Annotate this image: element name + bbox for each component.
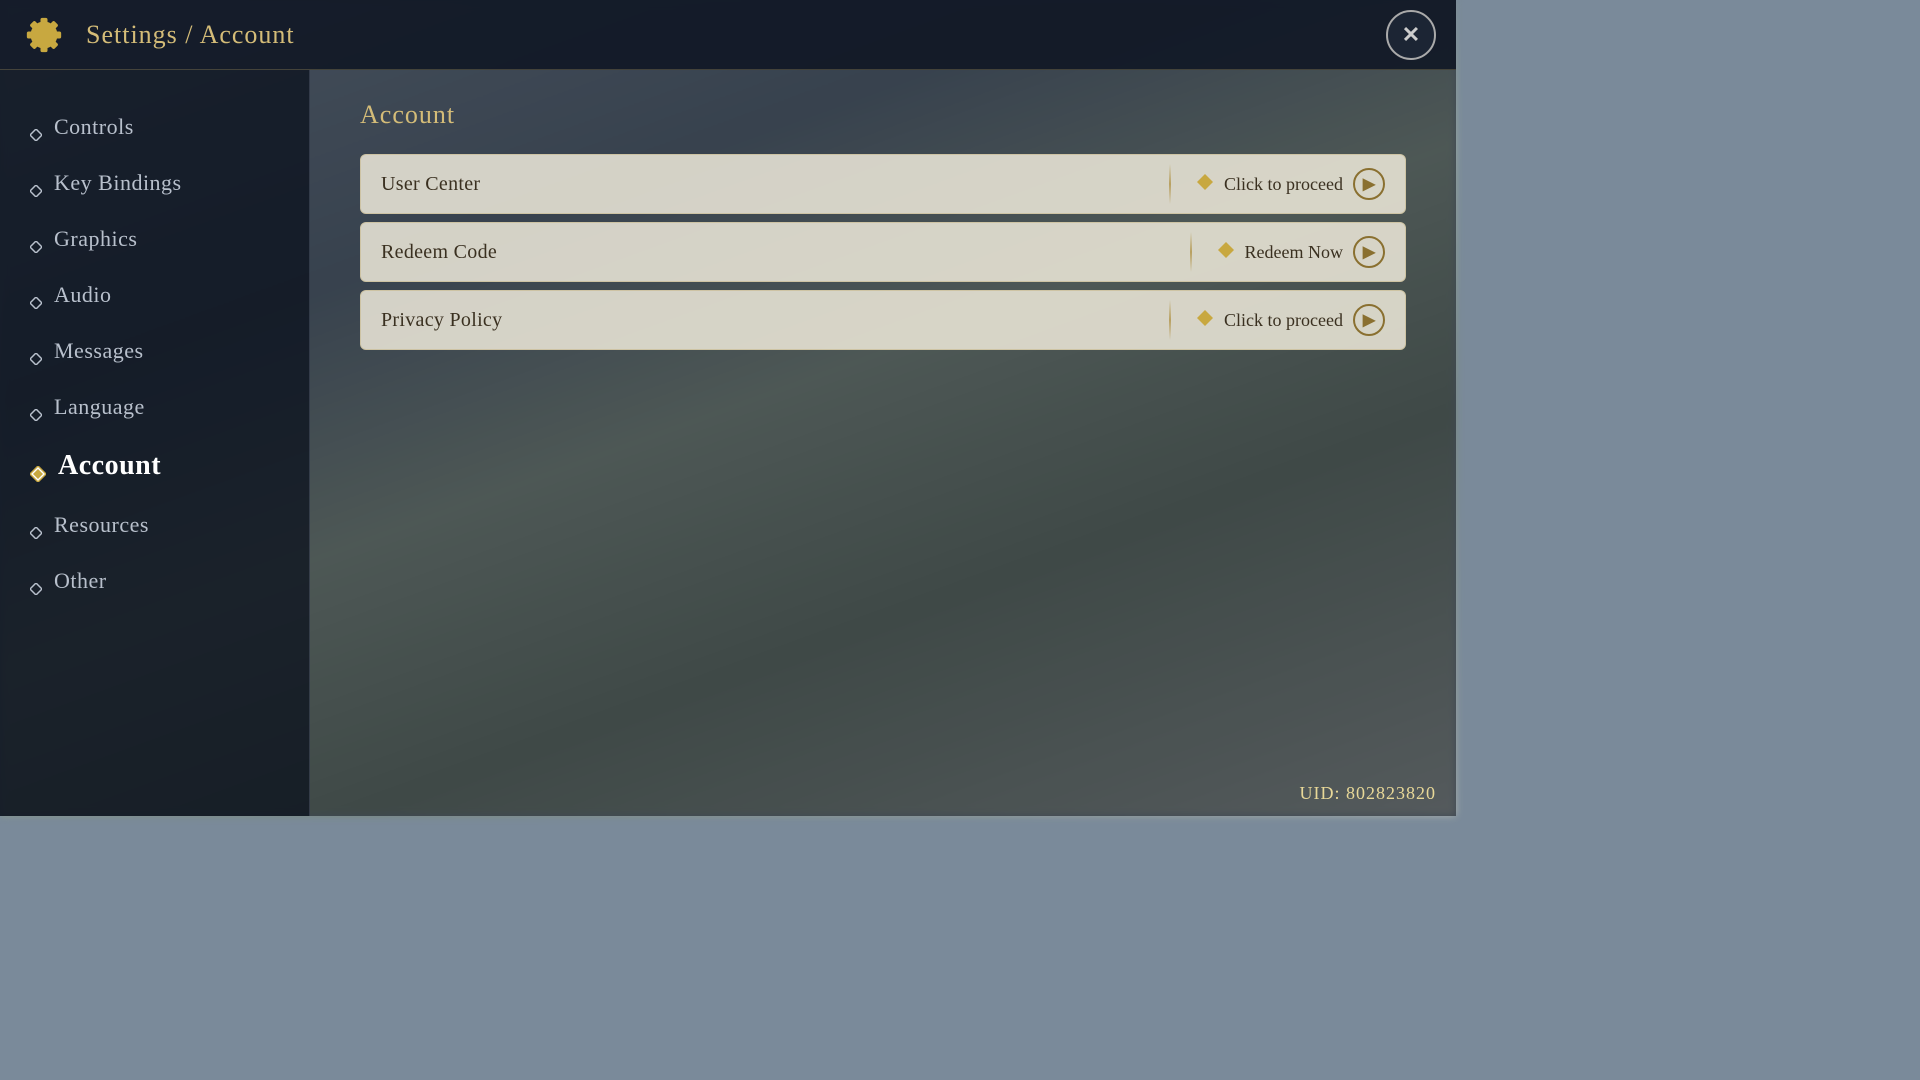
- sidebar-item-controls[interactable]: Controls: [0, 100, 309, 154]
- row-arrow-icon: ▶: [1353, 304, 1385, 336]
- diamond-icon: [30, 458, 46, 474]
- row-divider: [1190, 232, 1192, 272]
- sidebar: Controls Key Bindings Graphics Audio Mes…: [0, 70, 310, 816]
- row-divider: [1169, 300, 1171, 340]
- account-row-redeem-code[interactable]: Redeem Code Redeem Now ▶: [360, 222, 1406, 282]
- diamond-icon: [30, 345, 42, 357]
- sidebar-item-label: Audio: [54, 282, 112, 308]
- sidebar-item-label: Account: [58, 450, 161, 482]
- sidebar-item-label: Messages: [54, 338, 144, 364]
- row-diamond-icon: [1196, 309, 1214, 332]
- row-action-text: Click to proceed: [1224, 174, 1343, 195]
- sidebar-item-audio[interactable]: Audio: [0, 268, 309, 322]
- close-button[interactable]: ✕: [1386, 10, 1436, 60]
- sidebar-item-language[interactable]: Language: [0, 380, 309, 434]
- sidebar-item-key-bindings[interactable]: Key Bindings: [0, 156, 309, 210]
- row-diamond-icon: [1217, 241, 1235, 264]
- row-label: User Center: [381, 173, 1154, 196]
- content-title: Account: [360, 100, 1406, 130]
- sidebar-item-other[interactable]: Other: [0, 554, 309, 608]
- row-action-text: Click to proceed: [1224, 310, 1343, 331]
- diamond-icon: [30, 121, 42, 133]
- row-right: Redeem Now ▶: [1175, 232, 1385, 272]
- diamond-icon: [30, 519, 42, 531]
- settings-icon: [20, 11, 68, 59]
- header-title: Settings / Account: [86, 20, 295, 50]
- uid-badge: UID: 802823820: [1300, 783, 1437, 804]
- sidebar-item-account[interactable]: Account: [0, 436, 309, 496]
- row-diamond-icon: [1196, 173, 1214, 196]
- row-arrow-icon: ▶: [1353, 168, 1385, 200]
- diamond-icon: [30, 289, 42, 301]
- header-bar: Settings / Account ✕: [0, 0, 1456, 70]
- sidebar-item-label: Controls: [54, 114, 134, 140]
- sidebar-item-label: Resources: [54, 512, 149, 538]
- sidebar-item-label: Graphics: [54, 226, 137, 252]
- content-panel: Account User CenterClick to proceed▶Rede…: [310, 70, 1456, 816]
- row-right: Click to proceed ▶: [1154, 300, 1385, 340]
- diamond-icon: [30, 233, 42, 245]
- sidebar-item-resources[interactable]: Resources: [0, 498, 309, 552]
- sidebar-item-label: Language: [54, 394, 145, 420]
- main-content: Controls Key Bindings Graphics Audio Mes…: [0, 70, 1456, 816]
- diamond-icon: [30, 177, 42, 189]
- diamond-icon: [30, 401, 42, 413]
- diamond-icon: [30, 575, 42, 587]
- account-row-user-center[interactable]: User Center Click to proceed ▶: [360, 154, 1406, 214]
- row-label: Redeem Code: [381, 241, 1175, 264]
- row-label: Privacy Policy: [381, 309, 1154, 332]
- row-arrow-icon: ▶: [1353, 236, 1385, 268]
- row-action-text: Redeem Now: [1245, 242, 1343, 263]
- account-row-privacy-policy[interactable]: Privacy Policy Click to proceed ▶: [360, 290, 1406, 350]
- sidebar-item-graphics[interactable]: Graphics: [0, 212, 309, 266]
- row-right: Click to proceed ▶: [1154, 164, 1385, 204]
- sidebar-item-label: Other: [54, 568, 107, 594]
- row-divider: [1169, 164, 1171, 204]
- sidebar-item-messages[interactable]: Messages: [0, 324, 309, 378]
- sidebar-item-label: Key Bindings: [54, 170, 182, 196]
